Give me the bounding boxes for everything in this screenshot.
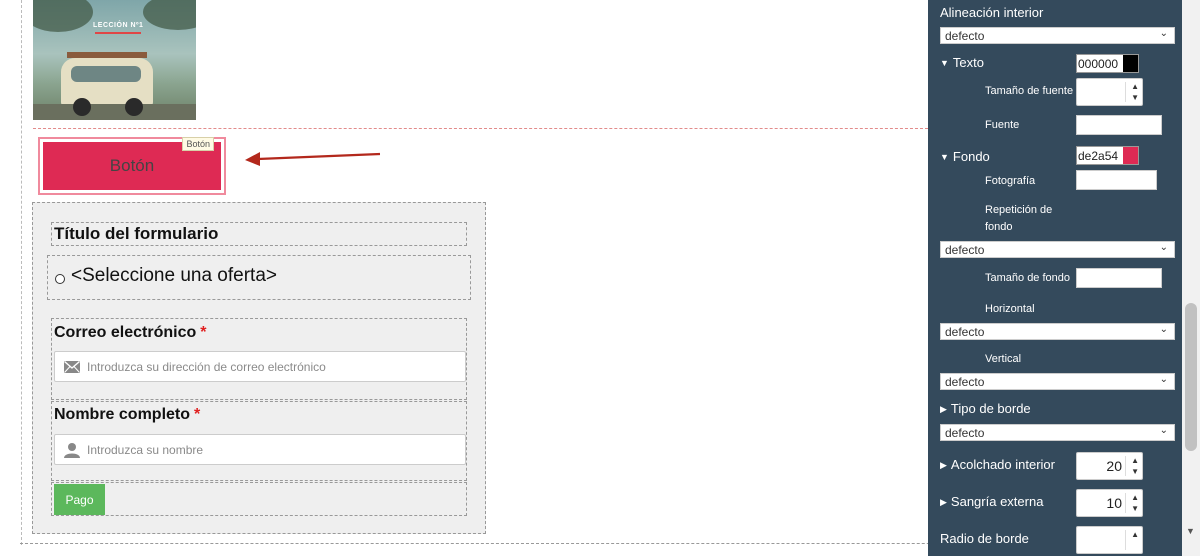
- hero-caption: LECCIÓN Nº1: [93, 22, 144, 29]
- background-color-field[interactable]: de2a54: [1076, 146, 1139, 165]
- border-type-select[interactable]: defecto ⌄: [940, 424, 1175, 441]
- stepper-down-icon: ▼: [1131, 504, 1139, 513]
- background-size-label: Tamaño de fondo: [985, 272, 1071, 284]
- text-color-swatch[interactable]: [1123, 55, 1138, 72]
- section-separator: [33, 128, 928, 129]
- pay-button[interactable]: Pago: [54, 484, 105, 515]
- form-title: Título del formulario: [54, 224, 219, 243]
- text-color-field[interactable]: 000000: [1076, 54, 1139, 73]
- name-label: Nombre completo *: [54, 406, 201, 423]
- name-field-block: Nombre completo * Introduzca su nombre: [51, 401, 467, 481]
- border-radius-label[interactable]: Radio de borde: [940, 531, 1029, 546]
- required-marker: *: [194, 406, 201, 423]
- stepper-down-icon: ▼: [1131, 93, 1139, 102]
- vertical-select[interactable]: defecto ⌄: [940, 373, 1175, 390]
- stepper-up-icon: ▲: [1131, 456, 1139, 465]
- properties-panel: Alineación interior defecto ⌄ ▼ Texto 0000…: [928, 0, 1182, 556]
- inner-alignment-select[interactable]: defecto ⌄: [940, 27, 1175, 44]
- chevron-down-icon: ⌄: [1159, 374, 1168, 385]
- offer-label: <Seleccione una oferta>: [71, 265, 277, 286]
- stepper-up-icon: ▲: [1131, 493, 1139, 502]
- button-element-tag: Botón: [182, 137, 214, 151]
- photo-label: Fotografía: [985, 175, 1036, 187]
- text-section-toggle[interactable]: ▼ Texto: [940, 55, 984, 70]
- caret-down-icon: ▼: [940, 58, 949, 68]
- font-field[interactable]: [1076, 115, 1162, 135]
- panel-scrollbar[interactable]: ▼: [1182, 0, 1200, 556]
- border-type-toggle[interactable]: ▶ Tipo de borde: [940, 401, 1031, 416]
- form-title-box[interactable]: Título del formulario: [51, 222, 467, 246]
- background-section-toggle[interactable]: ▼ Fondo: [940, 149, 990, 164]
- email-label: Correo electrónico *: [54, 324, 207, 341]
- email-placeholder: Introduzca su dirección de correo electr…: [87, 360, 326, 374]
- caret-right-icon: ▶: [940, 404, 947, 414]
- offer-radio[interactable]: [55, 274, 65, 284]
- background-color-swatch[interactable]: [1123, 147, 1138, 164]
- horizontal-label: Horizontal: [985, 303, 1035, 315]
- stepper-up-icon: ▲: [1131, 530, 1139, 539]
- border-radius-stepper[interactable]: ▲: [1076, 526, 1143, 554]
- margin-stepper[interactable]: 10 ▲ ▼: [1076, 489, 1143, 517]
- form-block: Título del formulario <Seleccione una of…: [32, 202, 486, 534]
- required-marker: *: [200, 324, 207, 341]
- font-size-label: Tamaño de fuente: [985, 85, 1074, 97]
- chevron-down-icon: ⌄: [1159, 242, 1168, 253]
- horizontal-select[interactable]: defecto ⌄: [940, 323, 1175, 340]
- stepper-down-icon: ▼: [1131, 467, 1139, 476]
- photo-field[interactable]: [1076, 170, 1157, 190]
- font-label: Fuente: [985, 119, 1020, 131]
- chevron-down-icon: ⌄: [1159, 425, 1168, 436]
- vertical-label: Vertical: [985, 353, 1022, 365]
- email-field-block: Correo electrónico * Introduzca su direcc…: [51, 318, 467, 400]
- user-icon: [64, 443, 80, 458]
- name-field[interactable]: Introduzca su nombre: [54, 434, 466, 465]
- annotation-arrow-icon: [245, 152, 381, 166]
- submit-block: Pago: [51, 482, 467, 516]
- hero-image[interactable]: LECCIÓN Nº1: [33, 0, 196, 120]
- selected-button-frame[interactable]: Botón Botón: [38, 137, 226, 195]
- caret-down-icon: ▼: [940, 152, 949, 162]
- scroll-down-icon[interactable]: ▼: [1186, 526, 1195, 536]
- background-size-field[interactable]: [1076, 268, 1162, 288]
- scrollbar-thumb[interactable]: [1185, 303, 1197, 451]
- name-placeholder: Introduzca su nombre: [87, 443, 204, 457]
- editor-canvas: LECCIÓN Nº1 Botón Botón Título del formu…: [0, 0, 1055, 556]
- font-size-stepper[interactable]: ▲ ▼: [1076, 78, 1143, 106]
- canvas-bottom-edge: [20, 543, 1055, 544]
- canvas-left-edge: [21, 0, 22, 545]
- repeat-label: Repetición de fondo: [985, 204, 1053, 233]
- chevron-down-icon: ⌄: [1159, 324, 1168, 335]
- padding-toggle[interactable]: ▶ Acolchado interior: [940, 457, 1055, 472]
- repeat-select[interactable]: defecto ⌄: [940, 241, 1175, 258]
- chevron-down-icon: ⌄: [1159, 28, 1168, 39]
- margin-toggle[interactable]: ▶ Sangría externa: [940, 494, 1043, 509]
- stepper-up-icon: ▲: [1131, 82, 1139, 91]
- inner-alignment-label: Alineación interior: [940, 5, 1044, 20]
- padding-stepper[interactable]: 20 ▲ ▼: [1076, 452, 1143, 480]
- caret-right-icon: ▶: [940, 460, 947, 470]
- envelope-icon: [64, 361, 80, 373]
- email-field[interactable]: Introduzca su dirección de correo electr…: [54, 351, 466, 382]
- hero-caption-underline: [95, 32, 141, 34]
- caret-right-icon: ▶: [940, 497, 947, 507]
- offer-select-box[interactable]: <Seleccione una oferta>: [47, 255, 471, 300]
